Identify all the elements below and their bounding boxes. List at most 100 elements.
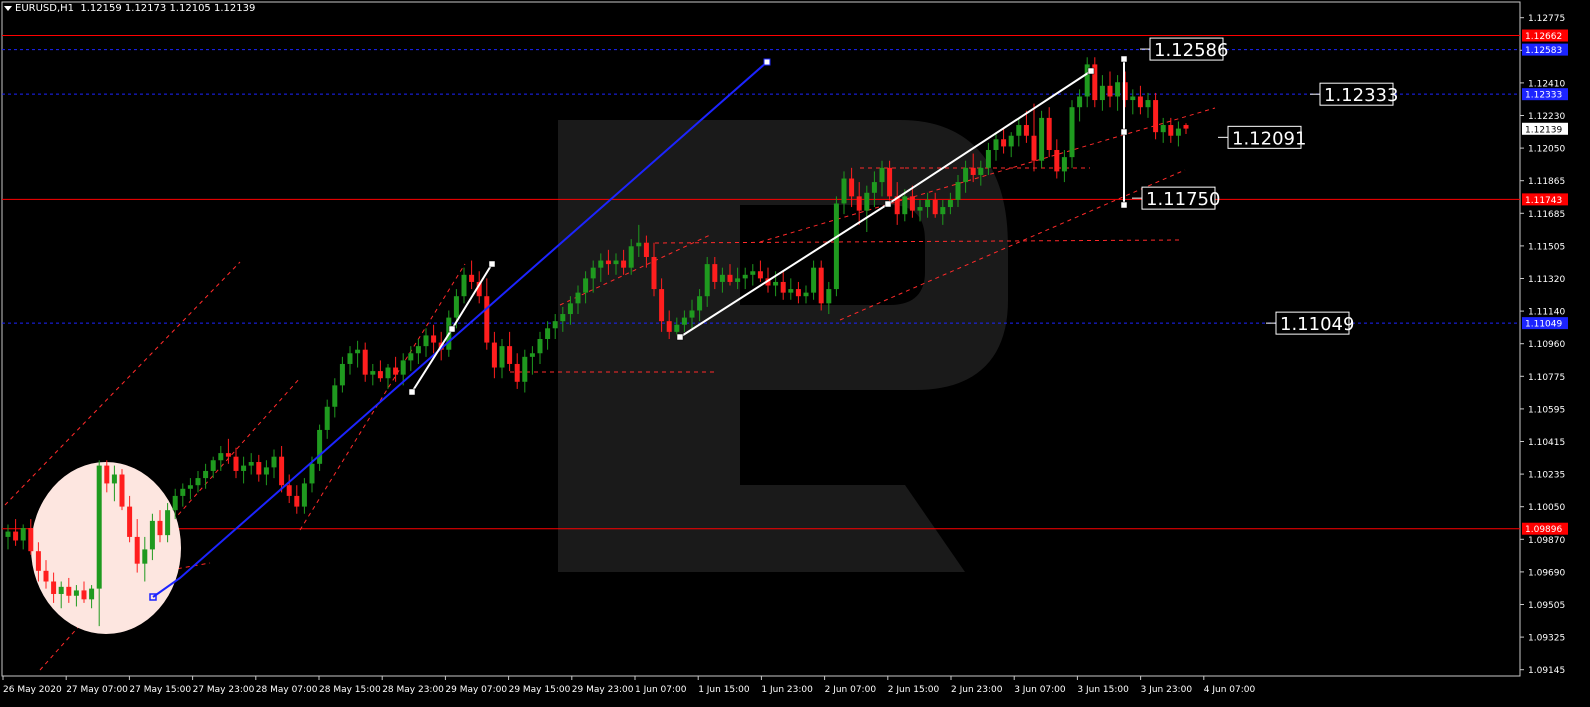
wave-node (1087, 67, 1095, 75)
candle-body (985, 149, 991, 168)
candle-body (453, 296, 459, 318)
candle-body (1054, 149, 1060, 172)
chart-header: EURUSD,H1 1.12159 1.12173 1.12105 1.1213… (4, 3, 255, 14)
candle-body (598, 260, 604, 268)
candle-body (818, 267, 824, 304)
candle-body (552, 321, 558, 329)
candle-body (499, 346, 505, 368)
price-chart[interactable]: 1.12586 1.12333 1.12091 1.11750 1.11049 1.12… (0, 0, 1590, 703)
level-tag-label: 1.09896 (1525, 525, 1562, 535)
candle-body (909, 196, 915, 211)
time-tick-label: 2 Jun 07:00 (825, 685, 877, 695)
candle-body (1077, 96, 1083, 108)
candle-body (134, 536, 140, 564)
candle-body (332, 385, 338, 407)
candle-body (286, 485, 292, 496)
level-tag-label: 1.11049 (1525, 320, 1562, 330)
candle-body (362, 349, 368, 375)
candle-body (659, 289, 665, 322)
candle-body (560, 314, 566, 322)
price-tick-label: 1.10595 (1528, 405, 1565, 415)
candle-body (377, 371, 383, 379)
candle-body (712, 264, 718, 282)
candle-body (811, 267, 817, 293)
candle-body (309, 463, 315, 484)
price-tick-label: 1.11505 (1528, 242, 1565, 252)
candle-body (674, 324, 680, 332)
candle-body (127, 506, 133, 537)
candle-body (35, 551, 41, 571)
candle-body (1001, 139, 1007, 147)
level-tag-label: 1.12583 (1525, 46, 1562, 56)
candle-body (51, 581, 57, 594)
candle-body (697, 296, 703, 311)
annotation-label: 1.12586 (1154, 40, 1228, 61)
annotation-label: 1.12333 (1324, 85, 1398, 106)
candle-body (119, 474, 125, 507)
candle-body (1145, 100, 1151, 108)
candle-body (871, 182, 877, 193)
candle-body (887, 167, 893, 197)
candle-body (172, 495, 178, 511)
candle-body (917, 207, 923, 211)
candle-body (1069, 107, 1075, 158)
candle-body (225, 453, 231, 457)
dropdown-triangle-icon[interactable] (4, 5, 12, 11)
time-axis: 26 May 2020 27 May 07:00 27 May 15:00 27 Ma… (2, 676, 1256, 695)
candle-body (613, 260, 619, 265)
chart-area[interactable]: 1.12586 1.12333 1.12091 1.11750 1.11049 1.12… (0, 0, 1590, 703)
price-tick-label: 1.11140 (1528, 308, 1565, 318)
ohlc-values: 1.12159 1.12173 1.12105 1.12139 (80, 3, 256, 14)
price-tick-label: 1.12410 (1528, 79, 1565, 89)
candle-body (241, 465, 247, 471)
candle-body (73, 590, 79, 596)
channel-line (299, 263, 466, 531)
wave-node (884, 200, 892, 208)
candle-body (491, 342, 497, 368)
candle-body (1107, 85, 1113, 97)
candle-body (864, 192, 870, 211)
candle-body (1061, 157, 1067, 172)
candle-body (1115, 82, 1121, 97)
price-axis: 1.127751.125951.124101.122301.120501.118… (1520, 14, 1568, 676)
candle-body (347, 353, 353, 364)
candle-body (233, 456, 239, 471)
candle-body (514, 363, 520, 382)
candle-body (461, 274, 467, 297)
candle-body (537, 339, 543, 354)
candle-body (795, 289, 801, 297)
candle-body (583, 278, 589, 293)
candle-body (20, 528, 26, 541)
candle-body (651, 256, 657, 290)
candle-body (833, 203, 839, 290)
candle-body (96, 465, 102, 589)
candle-body (704, 264, 710, 297)
candle-body (856, 196, 862, 211)
candle-body (355, 349, 361, 354)
time-tick-label: 1 Jun 07:00 (635, 685, 687, 695)
time-tick-label: 1 Jun 23:00 (761, 685, 813, 695)
candle-body (1008, 135, 1014, 147)
current-price-label: 1.12139 (1525, 125, 1562, 135)
wave-node (1120, 201, 1128, 209)
candle-body (1039, 117, 1045, 161)
candle-body (628, 246, 634, 268)
candle-body (1023, 125, 1029, 136)
price-tick-label: 1.12050 (1528, 145, 1565, 155)
level-tag-label: 1.12333 (1525, 91, 1562, 101)
candle-body (1153, 100, 1159, 133)
candle-body (780, 281, 786, 293)
candle-body (636, 242, 642, 247)
candle-body (590, 267, 596, 279)
candle-body (575, 292, 581, 304)
wave-node (408, 388, 416, 396)
candle-body (218, 453, 224, 461)
candle-body (567, 303, 573, 315)
candle-body (256, 462, 262, 475)
price-tick-label: 1.10775 (1528, 373, 1565, 383)
candle-body (605, 260, 611, 265)
candle-body (970, 167, 976, 175)
candle-body (66, 586, 72, 596)
annotation-label: 1.11049 (1280, 314, 1354, 335)
price-tick-label: 1.10050 (1528, 503, 1565, 513)
